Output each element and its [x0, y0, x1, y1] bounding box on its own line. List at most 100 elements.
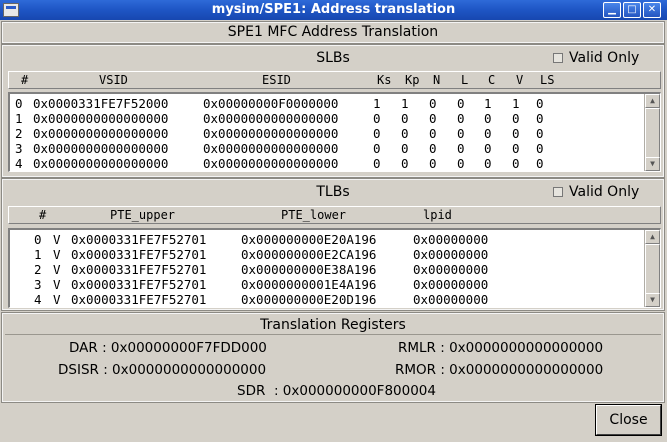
tlb-cell-index: 3 [34, 277, 42, 292]
main-title-frame: SPE1 MFC Address Translation [1, 21, 665, 44]
slb-cell-esid: 0x0000000000000000 [203, 156, 339, 171]
slb-cell-n: 0 [429, 141, 437, 156]
slb-cell-n: 0 [429, 126, 437, 141]
slb-cell-n: 0 [429, 111, 437, 126]
rmor-register: RMOR : 0x0000000000000000 [395, 362, 603, 378]
tlb-cell-valid: V [53, 292, 61, 307]
tlb-cell-valid: V [53, 232, 61, 247]
slb-cell-ls: 0 [536, 126, 544, 141]
checkbox-label: Valid Only [569, 184, 640, 200]
tlb-cell-pte-lower: 0x000000000E2CA196 [241, 247, 377, 262]
slb-cell-v: 1 [512, 96, 520, 111]
col-index: # [21, 73, 29, 87]
tlb-scroll-thumb[interactable] [645, 244, 660, 294]
scroll-up-arrow-icon[interactable]: ▲ [645, 230, 660, 244]
col-pte-upper: PTE_upper [110, 208, 176, 222]
slb-cell-esid: 0x0000000000000000 [203, 111, 339, 126]
slb-cell-v: 0 [512, 111, 520, 126]
sdr-value: : 0x000000000F800004 [273, 383, 436, 399]
slb-cell-ls: 0 [536, 141, 544, 156]
slb-cell-index: 3 [15, 141, 23, 156]
tlb-scrollbar[interactable]: ▲ ▼ [644, 230, 660, 307]
checkbox-box[interactable] [553, 187, 563, 197]
slb-cell-l: 0 [457, 156, 465, 171]
tlb-cell-valid: V [53, 247, 61, 262]
rmor-label: RMOR [395, 362, 437, 378]
slb-cell-index: 2 [15, 126, 23, 141]
tlb-list[interactable]: 0 V 0x0000331FE7F52701 0x000000000E20A196 0x… [8, 228, 661, 308]
slb-cell-v: 0 [512, 141, 520, 156]
close-window-button[interactable]: ✕ [643, 2, 661, 18]
sdr-label: SDR [237, 383, 266, 399]
slb-table-header: # VSID ESID Ks Kp N L C V LS [8, 71, 661, 89]
minimize-button[interactable]: ▁ [603, 2, 621, 18]
tlb-cell-lpid: 0x00000000 [413, 247, 489, 262]
rmor-value: : 0x0000000000000000 [440, 362, 604, 378]
slb-cell-v: 0 [512, 126, 520, 141]
slb-cell-vsid: 0x0000000000000000 [33, 141, 169, 156]
dsisr-value: : 0x0000000000000000 [103, 362, 267, 378]
slb-cell-kp: 0 [401, 126, 409, 141]
col-index: # [39, 208, 47, 222]
tlb-section: TLBs Valid Only # PTE_upper PTE_lower lp… [1, 178, 665, 311]
col-kp: Kp [405, 73, 420, 87]
tlb-cell-pte-lower: 0x0000000001E4A196 [241, 277, 377, 292]
col-vsid: VSID [99, 73, 128, 87]
scroll-down-arrow-icon[interactable]: ▼ [645, 157, 660, 171]
slb-cell-c: 0 [484, 126, 492, 141]
dar-register: DAR : 0x00000000F7FDD000 [69, 340, 267, 356]
rmlr-value: : 0x0000000000000000 [440, 340, 604, 356]
scroll-down-arrow-icon[interactable]: ▼ [645, 293, 660, 307]
slb-cell-l: 0 [457, 141, 465, 156]
slb-cell-ks: 1 [373, 96, 381, 111]
slb-cell-ls: 0 [536, 96, 544, 111]
dar-label: DAR [69, 340, 98, 356]
tlb-cell-index: 4 [34, 292, 42, 307]
slb-cell-ks: 0 [373, 156, 381, 171]
dar-value: : 0x00000000F7FDD000 [102, 340, 267, 356]
slb-cell-vsid: 0x0000000000000000 [33, 126, 169, 141]
slb-cell-vsid: 0x0000000000000000 [33, 111, 169, 126]
slb-cell-ls: 0 [536, 111, 544, 126]
slb-cell-ks: 0 [373, 111, 381, 126]
tlb-cell-pte-lower: 0x000000000E38A196 [241, 262, 377, 277]
checkbox-box[interactable] [553, 53, 563, 63]
slb-cell-n: 0 [429, 156, 437, 171]
slb-cell-v: 0 [512, 156, 520, 171]
slb-list[interactable]: 0 0x0000331FE7F52000 0x00000000F0000000 1 1 0… [8, 92, 661, 172]
slb-cell-l: 0 [457, 96, 465, 111]
slb-cell-c: 0 [484, 156, 492, 171]
window-title: mysim/SPE1: Address translation [211, 2, 456, 17]
tlb-cell-pte-lower: 0x000000000E20A196 [241, 232, 377, 247]
close-button[interactable]: Close [595, 404, 662, 436]
tlb-valid-only-checkbox[interactable]: Valid Only [553, 184, 639, 200]
slb-scrollbar[interactable]: ▲ ▼ [644, 94, 660, 171]
slb-cell-ks: 0 [373, 126, 381, 141]
slb-cell-n: 0 [429, 96, 437, 111]
slb-valid-only-checkbox[interactable]: Valid Only [553, 50, 639, 66]
slb-scroll-thumb[interactable] [645, 108, 660, 158]
tlb-table-header: # PTE_upper PTE_lower lpid [8, 206, 661, 224]
dsisr-label: DSISR [58, 362, 99, 378]
slb-cell-ls: 0 [536, 156, 544, 171]
slb-cell-esid: 0x0000000000000000 [203, 141, 339, 156]
maximize-button[interactable]: □ [623, 2, 641, 18]
tlb-cell-pte-upper: 0x0000331FE7F52701 [71, 247, 207, 262]
col-pte-lower: PTE_lower [281, 208, 347, 222]
col-l: L [461, 73, 469, 87]
tlb-cell-lpid: 0x00000000 [413, 292, 489, 307]
slb-section: SLBs Valid Only # VSID ESID Ks Kp N L C … [1, 44, 665, 178]
slb-cell-index: 4 [15, 156, 23, 171]
slb-cell-kp: 1 [401, 96, 409, 111]
col-ls: LS [540, 73, 555, 87]
registers-section: Translation Registers DAR : 0x00000000F7… [1, 312, 665, 403]
dsisr-register: DSISR : 0x0000000000000000 [58, 362, 266, 378]
slb-cell-c: 0 [484, 111, 492, 126]
title-bar[interactable]: mysim/SPE1: Address translation ▁ □ ✕ [0, 0, 667, 20]
checkbox-label: Valid Only [569, 50, 640, 66]
tlb-cell-pte-lower: 0x000000000E20D196 [241, 292, 377, 307]
scroll-up-arrow-icon[interactable]: ▲ [645, 94, 660, 108]
col-c: C [488, 73, 496, 87]
tlb-cell-index: 0 [34, 232, 42, 247]
rmlr-register: RMLR : 0x0000000000000000 [398, 340, 603, 356]
